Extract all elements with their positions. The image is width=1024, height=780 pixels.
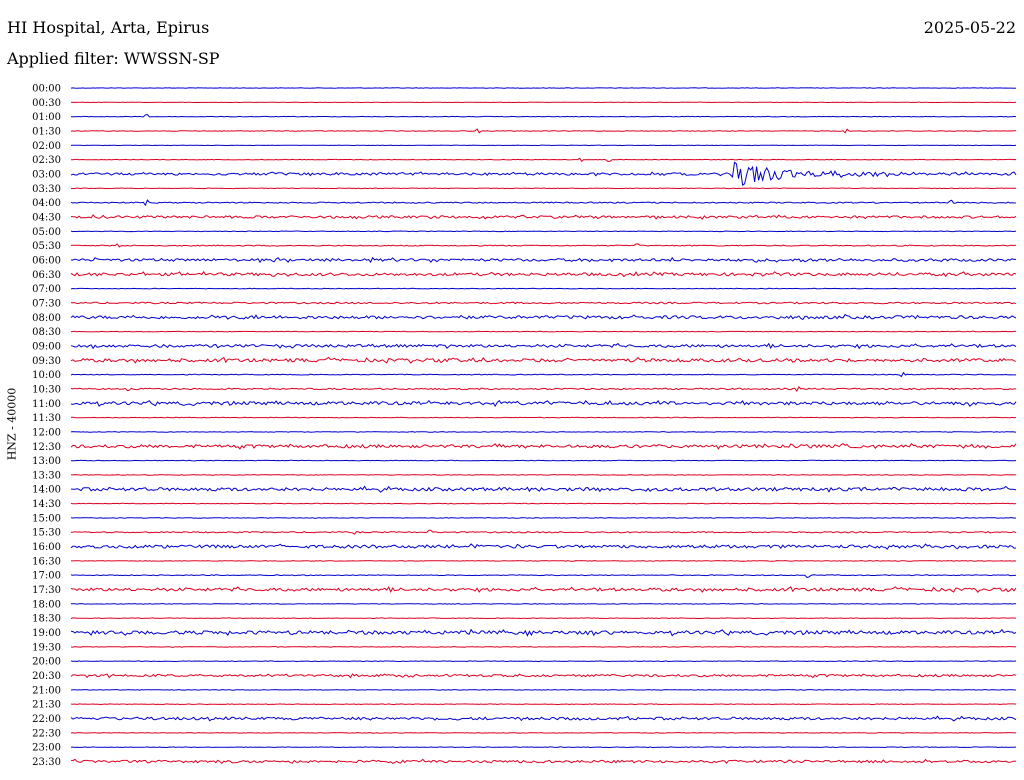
trace-line (70, 628, 1017, 637)
trace-line (70, 161, 1017, 186)
time-tick-label: 22:00 (32, 714, 61, 725)
time-tick-label: 04:00 (32, 198, 61, 209)
trace-line (71, 256, 1016, 264)
time-tick-label: 22:30 (32, 728, 61, 739)
trace-line (70, 356, 1017, 364)
trace-line (70, 342, 1017, 350)
trace-line (70, 128, 1016, 134)
trace-line (70, 646, 1017, 648)
time-tick-label: 17:30 (32, 585, 61, 596)
trace-line (70, 313, 1017, 321)
trace-line (70, 187, 1017, 190)
time-tick-label: 12:00 (32, 427, 61, 438)
time-tick-label: 01:30 (32, 126, 61, 137)
trace-line (70, 287, 1017, 290)
time-tick-label: 07:00 (32, 284, 61, 295)
time-tick-label: 20:30 (32, 671, 61, 682)
trace-line (70, 330, 1016, 333)
trace-line (70, 560, 1017, 562)
time-tick-label: 08:00 (32, 313, 61, 324)
time-tick-label: 04:30 (32, 212, 61, 223)
time-tick-label: 12:30 (32, 442, 61, 453)
trace-line (70, 199, 1017, 207)
time-tick-label: 23:30 (32, 757, 61, 768)
trace-line (71, 746, 1017, 749)
trace-line (71, 603, 1017, 605)
time-tick-label: 01:00 (32, 112, 61, 123)
trace-line (71, 113, 1017, 118)
trace-line (70, 502, 1017, 505)
time-tick-label: 06:30 (32, 270, 61, 281)
time-tick-label: 19:30 (32, 642, 61, 653)
trace-line (70, 715, 1017, 722)
time-tick-label: 14:00 (32, 485, 61, 496)
trace-line (70, 157, 1017, 163)
time-tick-label: 21:00 (32, 685, 61, 696)
time-tick-label: 03:00 (32, 169, 61, 180)
time-tick-label: 06:00 (32, 255, 61, 266)
trace-line (70, 243, 1017, 248)
trace-line (70, 371, 1016, 378)
trace-line (70, 386, 1017, 392)
trace-line (71, 416, 1017, 419)
time-tick-label: 03:30 (32, 184, 61, 195)
trace-line (70, 543, 1017, 550)
time-tick-label: 11:30 (32, 413, 61, 424)
time-tick-label: 09:00 (32, 341, 61, 352)
trace-line (70, 517, 1017, 519)
trace-line (70, 214, 1017, 220)
time-tick-label: 18:00 (32, 599, 61, 610)
trace-line (70, 230, 1017, 233)
trace-line (70, 703, 1017, 706)
trace-line (70, 732, 1017, 734)
time-tick-label: 13:00 (32, 456, 61, 467)
trace-line (70, 442, 1017, 450)
time-tick-label: 16:00 (32, 542, 61, 553)
trace-line (70, 529, 1017, 535)
trace-line (70, 474, 1016, 476)
time-tick-label: 19:00 (32, 628, 61, 639)
time-tick-label: 16:30 (32, 556, 61, 567)
time-tick-label: 05:30 (32, 241, 61, 252)
time-tick-label: 18:30 (32, 614, 61, 625)
trace-line (70, 485, 1017, 493)
trace-line (70, 586, 1017, 593)
time-tick-label: 10:00 (32, 370, 61, 381)
time-tick-label: 21:30 (32, 700, 61, 711)
trace-line (70, 574, 1017, 579)
trace-line (70, 270, 1017, 278)
time-tick-label: 11:00 (32, 399, 61, 410)
trace-line (70, 758, 1017, 764)
trace-line (70, 301, 1017, 305)
trace-line (70, 617, 1017, 620)
time-tick-label: 08:30 (32, 327, 61, 338)
time-tick-label: 13:30 (32, 470, 61, 481)
time-tick-label: 23:00 (32, 743, 61, 754)
time-tick-label: 15:00 (32, 513, 61, 524)
time-tick-label: 05:00 (32, 227, 61, 238)
time-tick-label: 10:30 (32, 384, 61, 395)
time-tick-label: 02:30 (32, 155, 61, 166)
helicorder-plot: 00:00 00:30 01:00 01:30 02:00 02:30 03:00 03:30… (32, 84, 1017, 768)
time-tick-label: 00:30 (32, 98, 61, 109)
time-tick-label: 20:00 (32, 657, 61, 668)
time-tick-label: 17:00 (32, 571, 61, 582)
time-tick-label: 00:00 (32, 84, 61, 95)
trace-line (70, 431, 1017, 433)
trace-line (70, 399, 1017, 407)
trace-line (70, 660, 1017, 663)
trace-line (70, 673, 1017, 679)
time-tick-label: 07:30 (32, 298, 61, 309)
trace-line (70, 459, 1017, 462)
time-tick-label: 02:00 (32, 141, 61, 152)
time-tick-label: 15:30 (32, 528, 61, 539)
trace-line (70, 689, 1017, 691)
time-tick-label: 09:30 (32, 356, 61, 367)
time-tick-label: 14:30 (32, 499, 61, 510)
